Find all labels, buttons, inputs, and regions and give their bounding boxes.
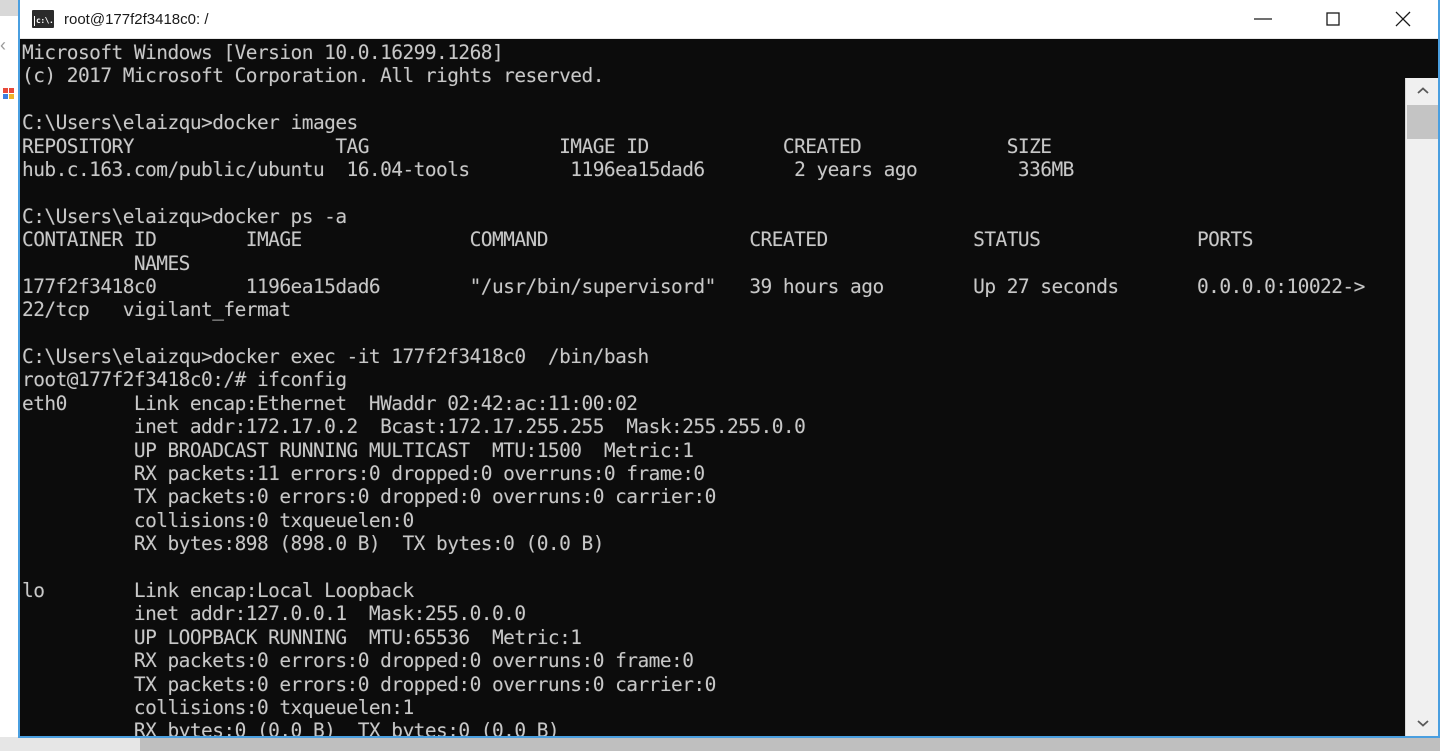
window-controls (1228, 0, 1438, 38)
console-text: Microsoft Windows [Version 10.0.16299.12… (20, 41, 1405, 736)
scroll-down-arrow-icon[interactable] (1406, 710, 1438, 736)
background-window-left[interactable]: ‹ (0, 0, 19, 738)
console-line: REPOSITORY TAG IMAGE ID CREATED SIZE (22, 134, 1052, 158)
console-line: C:\Users\elaizqu>docker exec -it 177f2f3… (22, 345, 649, 369)
console-line: UP LOOPBACK RUNNING MTU:65536 Metric:1 (22, 625, 582, 649)
console-line: inet addr:172.17.0.2 Bcast:172.17.255.25… (22, 415, 806, 439)
desktop-bottom-strip (0, 737, 140, 751)
maximize-icon (1326, 12, 1340, 26)
console-line: C:\Users\elaizqu>docker ps -a (22, 204, 347, 228)
console-line: TX packets:0 errors:0 dropped:0 overruns… (22, 672, 716, 696)
cmd-console-icon (32, 10, 55, 28)
console-line: collisions:0 txqueuelen:0 (22, 508, 414, 532)
scroll-up-arrow-icon[interactable] (1406, 78, 1438, 104)
console-line: hub.c.163.com/public/ubuntu 16.04-tools … (22, 157, 1074, 181)
background-tabstrip (0, 0, 18, 16)
console-line: Microsoft Windows [Version 10.0.16299.12… (22, 41, 504, 64)
console-line: C:\Users\elaizqu>docker images (22, 111, 358, 135)
console-line: CONTAINER ID IMAGE COMMAND CREATED STATU… (22, 228, 1253, 252)
console-line: RX bytes:0 (0.0 B) TX bytes:0 (0.0 B) (22, 719, 560, 736)
console-line: TX packets:0 errors:0 dropped:0 overruns… (22, 485, 716, 509)
background-sidebar (0, 110, 18, 738)
console-line: (c) 2017 Microsoft Corporation. All righ… (22, 64, 604, 88)
console-line: RX bytes:898 (898.0 B) TX bytes:0 (0.0 B… (22, 532, 605, 556)
vertical-scrollbar[interactable] (1405, 78, 1438, 736)
console-line: eth0 Link encap:Ethernet HWaddr 02:42:ac… (22, 391, 638, 415)
windows-logo-icon (3, 88, 14, 99)
console-line: collisions:0 txqueuelen:1 (22, 695, 414, 719)
minimize-icon (1254, 18, 1272, 20)
scrollbar-thumb[interactable] (1407, 105, 1438, 139)
console-line: inet addr:127.0.0.1 Mask:255.0.0.0 (22, 602, 526, 626)
console-line: UP BROADCAST RUNNING MULTICAST MTU:1500 … (22, 438, 694, 462)
maximize-button[interactable] (1298, 0, 1368, 38)
close-icon (1395, 11, 1411, 27)
minimize-button[interactable] (1228, 0, 1298, 38)
console-output-area[interactable]: Microsoft Windows [Version 10.0.16299.12… (20, 39, 1438, 736)
console-line: NAMES (22, 251, 191, 275)
console-window: root@177f2f3418c0: / (18, 0, 1440, 738)
close-button[interactable] (1368, 0, 1438, 38)
console-line: root@177f2f3418c0:/# ifconfig (22, 368, 347, 392)
console-line: 177f2f3418c0 1196ea15dad6 "/usr/bin/supe… (22, 274, 1365, 298)
back-arrow-icon[interactable]: ‹ (0, 36, 18, 54)
console-line: RX packets:0 errors:0 dropped:0 overruns… (22, 649, 694, 673)
console-line: RX packets:11 errors:0 dropped:0 overrun… (22, 462, 705, 486)
console-line: 22/tcp vigilant_fermat (22, 298, 291, 322)
screen: ‹ root@177f2f3418c0: / (0, 0, 1440, 751)
title-bar[interactable]: root@177f2f3418c0: / (20, 0, 1438, 39)
window-title: root@177f2f3418c0: / (64, 10, 209, 28)
console-line: lo Link encap:Local Loopback (22, 578, 414, 602)
